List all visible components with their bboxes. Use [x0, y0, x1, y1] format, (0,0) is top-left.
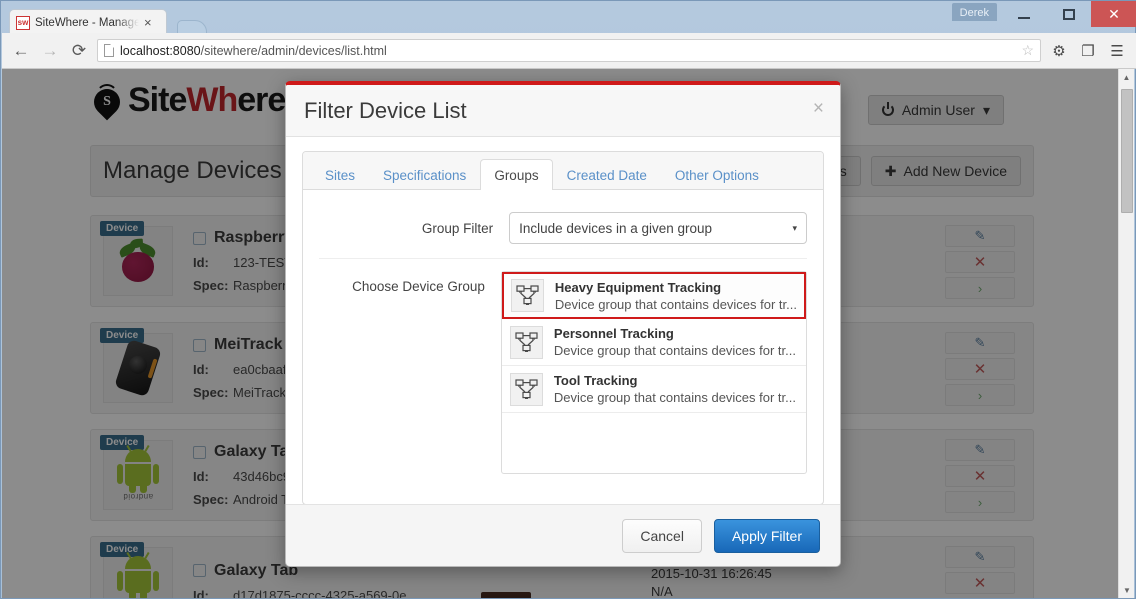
scrollbar-thumb[interactable]: [1121, 89, 1133, 213]
list-item[interactable]: Personnel Tracking Device group that con…: [501, 319, 806, 366]
list-item-text: Heavy Equipment Tracking Device group th…: [555, 280, 797, 312]
address-bar[interactable]: localhost:8080/sitewhere/admin/devices/l…: [97, 39, 1041, 62]
url-text: localhost:8080/sitewhere/admin/devices/l…: [120, 44, 387, 58]
tab-groups[interactable]: Groups: [480, 159, 553, 190]
gear-icon[interactable]: ⚙: [1048, 40, 1070, 62]
forward-icon: →: [41, 40, 59, 60]
dialog-header: Filter Device List ×: [286, 85, 840, 137]
chevron-down-icon: ▾: [792, 222, 797, 233]
device-group-description: Device group that contains devices for t…: [553, 390, 796, 405]
tab-bar: Sites Specifications Groups Created Date…: [303, 152, 823, 190]
list-empty-space: [502, 413, 806, 473]
tab-specifications[interactable]: Specifications: [369, 160, 480, 190]
scroll-up-icon[interactable]: ▲: [1119, 69, 1134, 85]
menu-icon[interactable]: ☰: [1106, 40, 1128, 62]
cancel-button[interactable]: Cancel: [622, 518, 702, 553]
group-filter-select[interactable]: Include devices in a given group ▾: [509, 212, 807, 244]
tab-created-date[interactable]: Created Date: [553, 160, 661, 190]
scroll-down-icon[interactable]: ▼: [1119, 582, 1135, 598]
browser-toolbar: ← → ⟳ localhost:8080/sitewhere/admin/dev…: [2, 33, 1136, 69]
dialog-footer: Cancel Apply Filter: [286, 504, 840, 566]
group-filter-label: Group Filter: [421, 220, 494, 236]
window-close-button[interactable]: ✕: [1091, 1, 1136, 27]
reload-icon[interactable]: ⟳: [68, 40, 90, 62]
profile-chip[interactable]: Derek: [951, 3, 997, 21]
minimize-button[interactable]: [1001, 1, 1046, 27]
window-controls: Derek ✕: [951, 1, 1136, 27]
group-filter-selected-value: Include devices in a given group: [519, 220, 713, 236]
device-group-icon: [509, 325, 543, 359]
device-group-icon: [509, 372, 543, 406]
list-item[interactable]: Tool Tracking Device group that contains…: [501, 366, 806, 413]
device-group-name: Tool Tracking: [553, 373, 638, 388]
close-icon[interactable]: ×: [813, 98, 824, 120]
browser-tab-sitewhere[interactable]: sw SiteWhere - Manage ×: [9, 9, 167, 35]
dialog-body: Sites Specifications Groups Created Date…: [286, 137, 840, 505]
device-group-list[interactable]: Heavy Equipment Tracking Device group th…: [500, 271, 807, 474]
tab-title: SiteWhere - Manage: [35, 16, 139, 29]
device-group-name: Personnel Tracking: [553, 326, 674, 341]
tab-sites[interactable]: Sites: [311, 160, 369, 190]
sitewhere-favicon-icon: sw: [16, 15, 30, 30]
device-group-description: Device group that contains devices for t…: [553, 343, 796, 358]
bookmark-star-icon[interactable]: ☆: [1021, 42, 1034, 59]
close-icon[interactable]: ×: [144, 16, 152, 29]
choose-device-group-row: Choose Device Group Heavy Equipment Trac…: [319, 271, 807, 474]
back-icon[interactable]: ←: [10, 40, 32, 62]
filter-device-list-dialog: Filter Device List × Sites Specification…: [285, 81, 841, 567]
filter-tab-panel: Sites Specifications Groups Created Date…: [302, 151, 824, 505]
list-item[interactable]: Heavy Equipment Tracking Device group th…: [501, 272, 806, 319]
maximize-button[interactable]: [1046, 1, 1091, 27]
device-group-name: Heavy Equipment Tracking: [554, 279, 722, 295]
page-scrollbar[interactable]: ▲ ▼: [1118, 69, 1134, 598]
device-group-description: Device group that contains devices for t…: [554, 296, 797, 312]
divider: [319, 258, 807, 259]
group-filter-row: Group Filter Include devices in a given …: [319, 212, 807, 244]
tab-other-options[interactable]: Other Options: [661, 160, 773, 190]
url-path: /sitewhere/admin/devices/list.html: [200, 43, 387, 58]
list-item-text: Tool Tracking Device group that contains…: [554, 373, 796, 405]
device-group-icon: [510, 279, 544, 312]
url-host: localhost:8080: [120, 43, 201, 58]
choose-device-group-label: Choose Device Group: [352, 279, 485, 294]
browser-titlebar: sw SiteWhere - Manage × Derek ✕: [1, 1, 1136, 35]
groups-tab-content: Group Filter Include devices in a given …: [303, 190, 823, 504]
page-info-icon: [104, 44, 114, 57]
cast-icon[interactable]: ❐: [1077, 40, 1099, 62]
list-item-text: Personnel Tracking Device group that con…: [554, 326, 796, 358]
dialog-title: Filter Device List: [304, 97, 467, 123]
browser-window: sw SiteWhere - Manage × Derek ✕ ← → ⟳ lo…: [0, 0, 1136, 599]
apply-filter-button[interactable]: Apply Filter: [713, 518, 820, 553]
